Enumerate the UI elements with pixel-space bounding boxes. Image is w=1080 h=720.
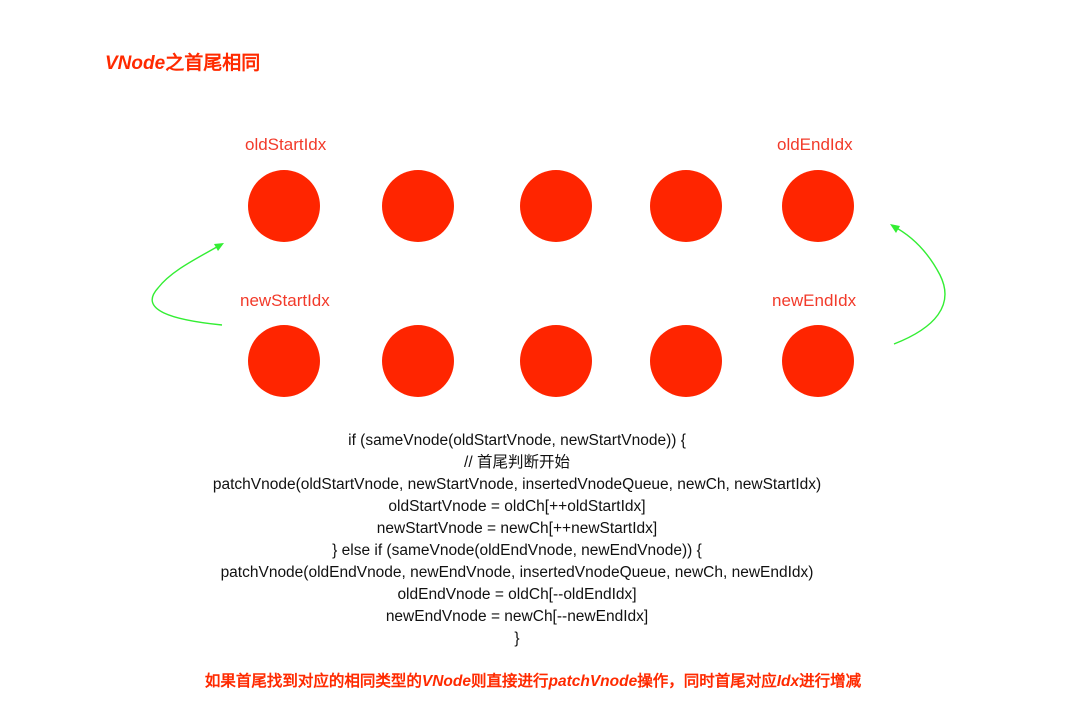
caption-part: 如果首尾找到对应的相同类型的 <box>204 673 422 690</box>
code-line: newStartVnode = newCh[++newStartIdx] <box>376 520 658 537</box>
code-line: } <box>514 630 520 647</box>
old-vnode-circle <box>650 170 722 242</box>
end-match-arrow <box>892 225 946 345</box>
new-vnode-circle <box>782 325 854 397</box>
code-line: oldEndVnode = oldCh[--oldEndIdx] <box>397 586 637 603</box>
old-vnode-circle <box>520 170 592 242</box>
caption-vnode: VNode <box>421 673 471 690</box>
new-vnode-circle <box>248 325 320 397</box>
code-line: newEndVnode = newCh[--newEndIdx] <box>385 608 649 625</box>
old-vnode-circle <box>782 170 854 242</box>
new-vnode-circle <box>650 325 722 397</box>
code-line: patchVnode(oldEndVnode, newEndVnode, ins… <box>220 564 814 581</box>
caption-part: 则直接进行 <box>470 673 549 690</box>
code-line: oldStartVnode = oldCh[++oldStartIdx] <box>388 498 646 515</box>
code-line: } else if (sameVnode(oldEndVnode, newEnd… <box>332 542 702 559</box>
new-vnode-circle <box>382 325 454 397</box>
new-vnode-circle <box>520 325 592 397</box>
code-line: // 首尾判断开始 <box>464 454 570 471</box>
end-arrow-head <box>890 224 900 233</box>
caption-idx: Idx <box>776 673 800 690</box>
code-line: if (sameVnode(oldStartVnode, newStartVno… <box>348 432 686 449</box>
caption: 如果首尾找到对应的相同类型的VNode则直接进行patchVnode操作，同时首… <box>0 669 1066 691</box>
caption-patchvnode: patchVnode <box>548 673 638 690</box>
caption-part: 进行增减 <box>799 673 862 690</box>
old-vnode-circle <box>248 170 320 242</box>
code-block: if (sameVnode(oldStartVnode, newStartVno… <box>0 430 1034 650</box>
old-children-row <box>248 170 854 242</box>
code-line: patchVnode(oldStartVnode, newStartVnode,… <box>212 476 822 493</box>
start-match-arrow <box>151 243 223 326</box>
old-vnode-circle <box>382 170 454 242</box>
new-children-row <box>248 325 854 397</box>
caption-part: 操作，同时首尾对应 <box>637 673 777 690</box>
